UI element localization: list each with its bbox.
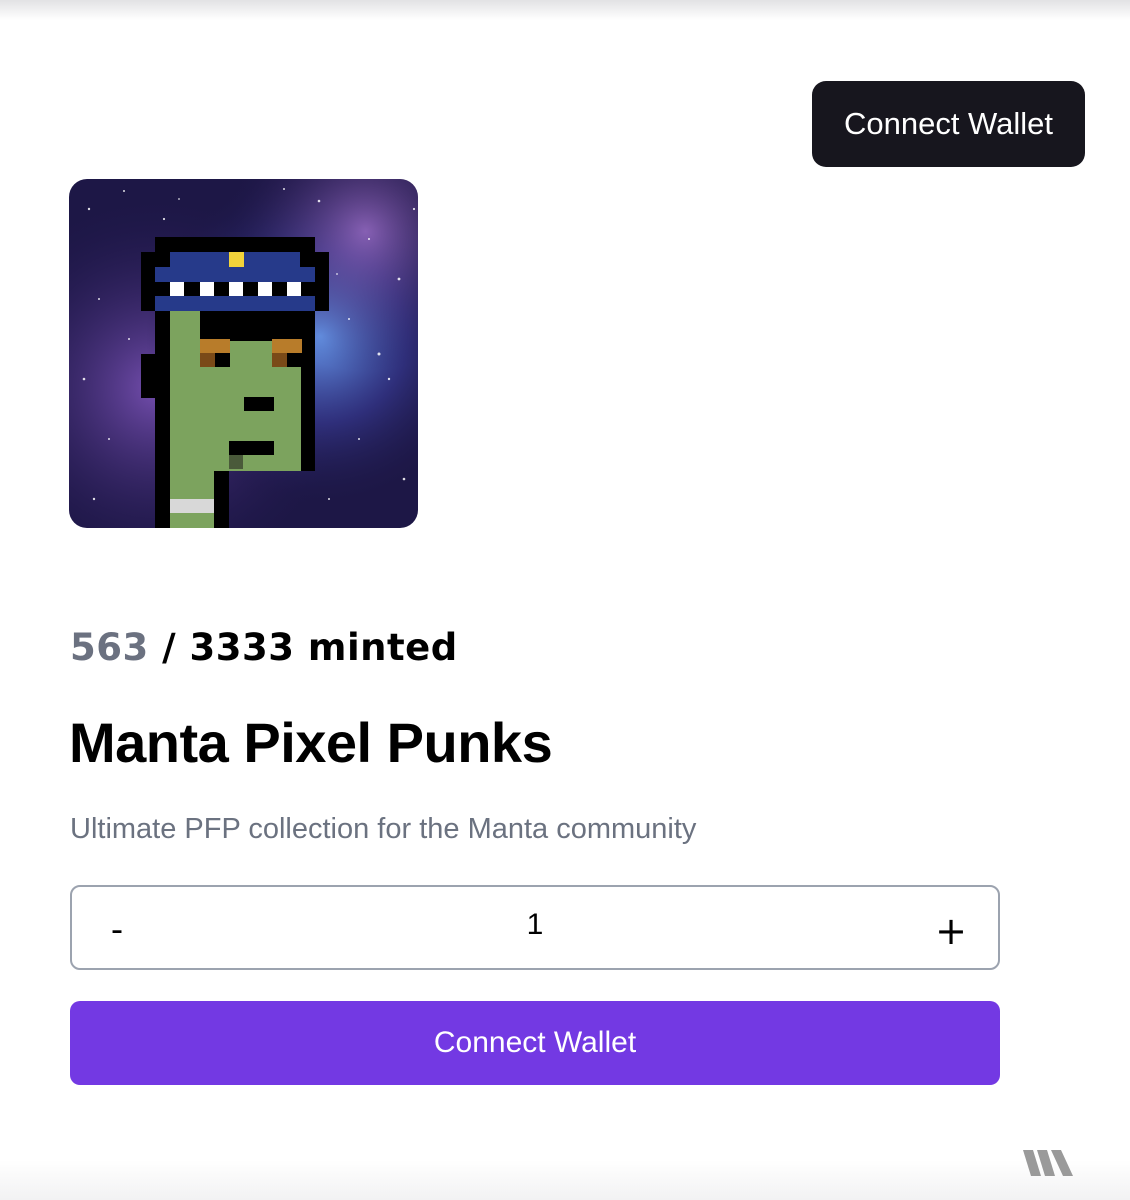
decrement-button[interactable]: -	[72, 887, 162, 968]
minted-count: 563	[70, 626, 149, 669]
bottom-edge-shadow	[0, 1160, 1130, 1200]
mint-separator: /	[162, 626, 177, 669]
collection-title: Manta Pixel Punks	[69, 711, 553, 774]
quantity-stepper: - +	[70, 885, 1000, 970]
mint-connect-wallet-button[interactable]: Connect Wallet	[70, 1001, 1000, 1085]
header-connect-wallet-button[interactable]: Connect Wallet	[812, 81, 1085, 167]
top-edge-shadow	[0, 0, 1130, 20]
quantity-input[interactable]	[162, 887, 908, 968]
collection-description: Ultimate PFP collection for the Manta co…	[70, 813, 697, 845]
brand-logo-icon[interactable]	[1021, 1146, 1075, 1180]
total-supply-label: 3333 minted	[189, 626, 458, 669]
pixel-punk-avatar-icon	[69, 179, 418, 528]
mint-progress: 563 / 3333 minted	[70, 626, 458, 674]
nft-preview-image	[69, 179, 418, 528]
increment-button[interactable]: +	[906, 887, 996, 968]
